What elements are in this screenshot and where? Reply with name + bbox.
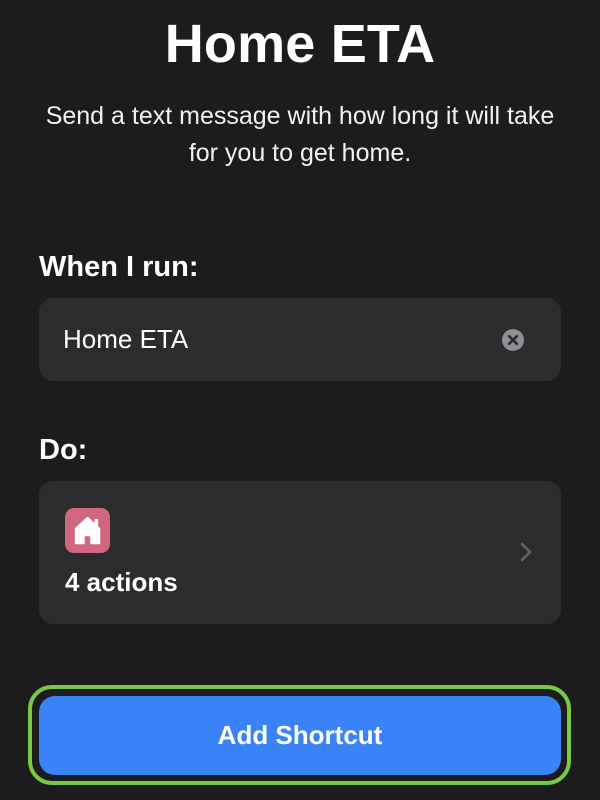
- house-icon: [65, 508, 110, 553]
- actions-count-label: 4 actions: [65, 567, 178, 597]
- shortcut-description: Send a text message with how long it wil…: [45, 102, 555, 167]
- page-title: Home ETA: [164, 14, 436, 74]
- shortcut-name-input[interactable]: [63, 298, 483, 381]
- do-label: Do:: [39, 434, 88, 466]
- clear-text-button[interactable]: [502, 329, 524, 351]
- shortcut-actions-card[interactable]: 4 actions: [39, 481, 561, 624]
- when-i-run-label: When I run:: [39, 251, 199, 283]
- add-shortcut-button[interactable]: Add Shortcut: [39, 696, 561, 775]
- chevron-right-icon: [519, 541, 533, 568]
- shortcut-name-field: [39, 298, 561, 381]
